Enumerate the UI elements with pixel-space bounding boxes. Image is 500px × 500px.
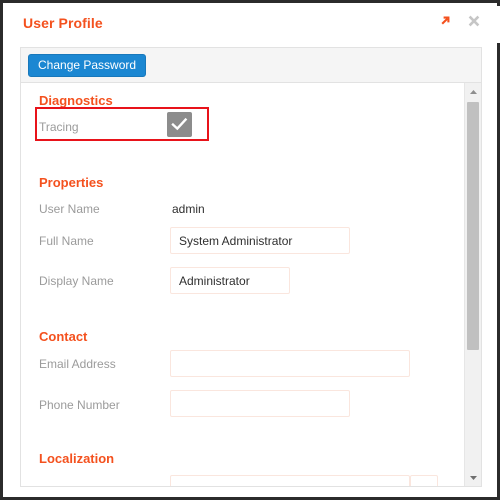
checkmark-icon [171, 117, 188, 131]
profile-panel: Change Password Diagnostics Tracing Prop… [20, 47, 482, 487]
full-name-input[interactable] [170, 227, 350, 254]
full-name-label: Full Name [39, 234, 94, 248]
phone-number-input[interactable] [170, 390, 350, 417]
change-password-button[interactable]: Change Password [28, 54, 147, 77]
panel-toolbar: Change Password [21, 48, 481, 83]
window-frame: User Profile Change Password Diagnostics… [0, 0, 500, 500]
scrollbar-thumb[interactable] [467, 102, 479, 350]
section-heading-localization: Localization [39, 451, 115, 466]
form-scroll-viewport: Diagnostics Tracing Properties User Name… [21, 83, 464, 486]
display-name-label: Display Name [39, 274, 114, 288]
section-heading-properties: Properties [39, 175, 104, 190]
display-name-input[interactable] [170, 267, 290, 294]
dialog-header: User Profile [6, 6, 500, 43]
localization-picker-button[interactable] [410, 475, 438, 486]
scroll-down-arrow-icon[interactable] [465, 469, 481, 486]
tracing-label: Tracing [39, 120, 79, 134]
close-icon[interactable] [466, 12, 482, 30]
email-address-label: Email Address [39, 357, 116, 371]
header-actions [437, 12, 482, 30]
expand-arrow-icon[interactable] [437, 12, 453, 30]
section-heading-diagnostics: Diagnostics [39, 93, 113, 108]
vertical-scrollbar[interactable] [464, 83, 481, 486]
page-title: User Profile [23, 15, 103, 31]
scroll-up-arrow-icon[interactable] [465, 83, 481, 100]
section-heading-contact: Contact [39, 329, 88, 344]
user-name-value: admin [172, 202, 205, 216]
localization-input[interactable] [170, 475, 410, 486]
user-name-label: User Name [39, 202, 100, 216]
email-address-input[interactable] [170, 350, 410, 377]
tracing-checkbox[interactable] [167, 112, 192, 137]
phone-number-label: Phone Number [39, 398, 120, 412]
